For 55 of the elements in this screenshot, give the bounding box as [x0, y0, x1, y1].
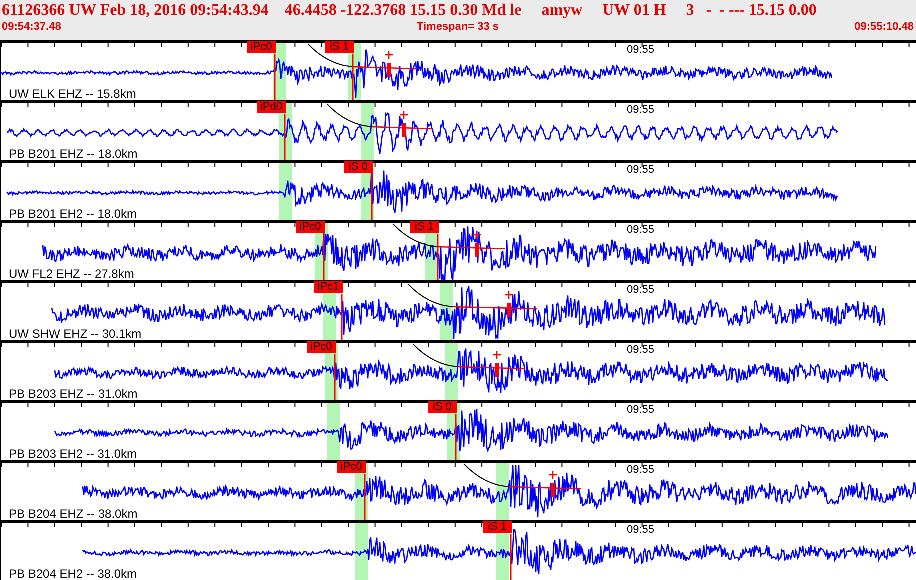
- pick-label[interactable]: iPc0: [296, 221, 325, 233]
- station-label: PB B203 EHZ -- 31.0km: [9, 387, 138, 401]
- pick-line[interactable]: [352, 54, 354, 100]
- pick-label[interactable]: iPc0: [307, 341, 336, 353]
- pick-line[interactable]: [510, 534, 512, 580]
- station-label: PB B204 EHZ -- 38.0km: [9, 507, 138, 521]
- station-label: PB B201 EH2 -- 18.0km: [9, 207, 138, 221]
- station-label: PB B203 EH2 -- 31.0km: [9, 447, 138, 461]
- pick-line[interactable]: [455, 414, 457, 460]
- station-label: UW SHW EHZ -- 30.1km: [9, 327, 142, 341]
- pick-line[interactable]: [364, 474, 366, 520]
- pick-label[interactable]: iPc0: [247, 41, 276, 53]
- amplitude-marker: [385, 51, 393, 77]
- time-label: 09:55: [627, 344, 655, 356]
- pick-line[interactable]: [341, 294, 343, 340]
- pick-window-band: [361, 103, 374, 160]
- pick-label[interactable]: iS 1: [325, 41, 354, 53]
- amplitude-marker: [473, 231, 481, 257]
- pick-window-band: [327, 403, 340, 460]
- time-label: 09:55: [627, 164, 655, 176]
- pick-label[interactable]: iPc1: [314, 281, 343, 293]
- amplitude-marker: [505, 291, 513, 317]
- station-label: PB B201 EHZ -- 18.0km: [9, 147, 138, 161]
- pick-line[interactable]: [334, 354, 336, 400]
- amplitude-marker: [493, 351, 501, 377]
- amplitude-marker: [549, 471, 557, 497]
- pick-line[interactable]: [274, 54, 276, 100]
- pick-label[interactable]: iS 0: [428, 401, 457, 413]
- time-label: 09:55: [627, 44, 655, 56]
- time-label: 09:55: [627, 224, 655, 236]
- time-label: 09:55: [627, 464, 655, 476]
- time-label: 09:55: [627, 284, 655, 296]
- station-label: UW ELK EHZ -- 15.8km: [9, 87, 136, 101]
- pick-window-band: [279, 163, 292, 220]
- pick-line[interactable]: [323, 234, 325, 280]
- time-label: 09:55: [627, 104, 655, 116]
- amplitude-marker: [400, 111, 408, 137]
- pick-label[interactable]: iPc0: [337, 461, 366, 473]
- station-label: UW FL2 EHZ -- 27.8km: [9, 267, 134, 281]
- station-label: PB B204 EH2 -- 38.0km: [9, 567, 138, 580]
- event-title: 61126366 UW Feb 18, 2016 09:54:43.94 46.4458 -122.3768 15.15 0.30 Md le amyw UW 01 H 3 - - --- 15.15 0.00: [2, 1, 818, 20]
- pick-line[interactable]: [284, 114, 286, 160]
- start-time: 09:54:37.48: [2, 20, 62, 34]
- time-label: 09:55: [627, 404, 655, 416]
- timespan-label: Timespan= 33 s: [416, 20, 500, 34]
- pick-line[interactable]: [371, 174, 373, 220]
- pick-label[interactable]: iS 1: [410, 221, 439, 233]
- pick-window-band: [496, 463, 509, 520]
- pick-label[interactable]: iPd0: [257, 101, 286, 113]
- end-time: 09:55:10.48: [854, 20, 914, 34]
- pick-line[interactable]: [437, 234, 439, 280]
- pick-window-band: [355, 523, 368, 580]
- pick-label[interactable]: iS 1: [483, 521, 512, 533]
- pick-label[interactable]: iS 0: [344, 161, 373, 173]
- time-label: 09:55: [627, 524, 655, 536]
